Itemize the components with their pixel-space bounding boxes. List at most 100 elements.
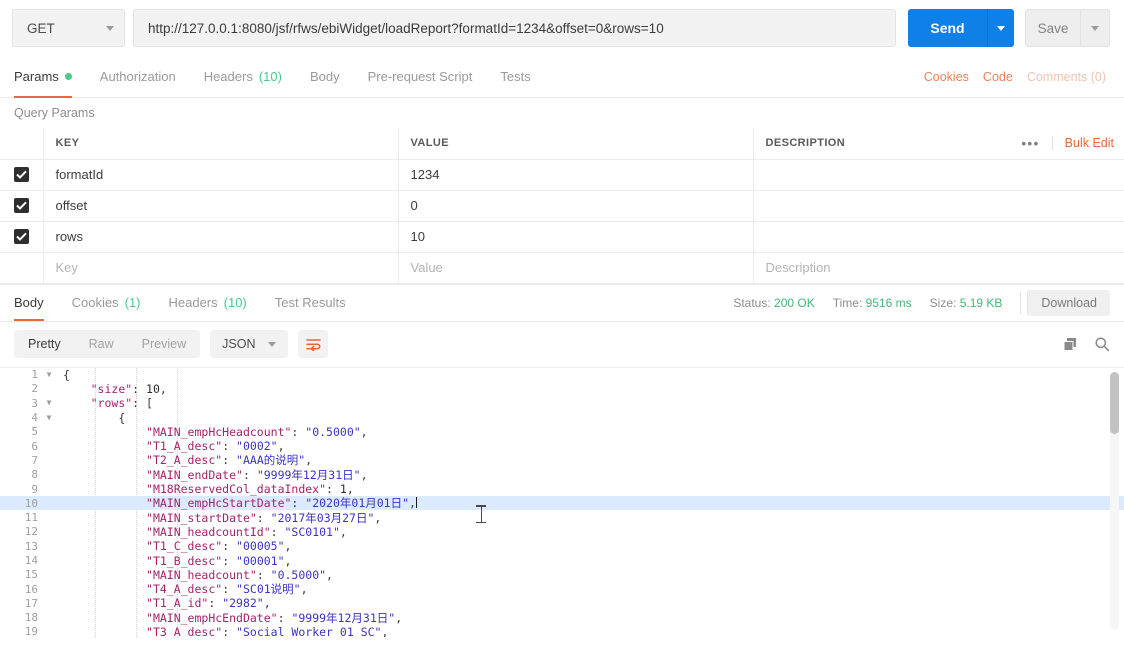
new-value-input[interactable]: Value xyxy=(397,251,754,284)
bulk-edit-link[interactable]: Bulk Edit xyxy=(1051,136,1114,151)
search-icon[interactable] xyxy=(1094,336,1110,352)
tab-params[interactable]: Params xyxy=(0,56,86,98)
row-key[interactable]: formatId xyxy=(42,158,399,191)
tab-response-headers-label: Headers xyxy=(168,295,218,310)
line-number: 15 xyxy=(24,568,38,582)
row-description[interactable] xyxy=(752,158,1124,191)
code-line-text: "MAIN_startDate": "2017年03月27日", xyxy=(146,510,382,525)
row-checkbox[interactable] xyxy=(14,198,29,213)
view-pretty-button[interactable]: Pretty xyxy=(14,330,75,358)
code-line[interactable]: 6 "T1_A_desc": "0002", xyxy=(0,439,1124,453)
cookies-link[interactable]: Cookies xyxy=(924,70,969,84)
fold-toggle-icon[interactable]: ▼ xyxy=(42,411,56,425)
code-line[interactable]: 17 "T1_A_id": "2982", xyxy=(0,596,1124,610)
view-preview-button[interactable]: Preview xyxy=(128,330,200,358)
time-label: Time: xyxy=(832,295,863,310)
new-key-input[interactable]: Key xyxy=(42,251,399,284)
new-description-input[interactable]: Description xyxy=(752,251,1124,284)
code-line[interactable]: 4 ▼ { xyxy=(0,410,1124,425)
code-line-text: "size": 10, xyxy=(90,381,167,396)
code-line[interactable]: 1 ▼ { xyxy=(0,368,1124,382)
code-line[interactable]: 10 "MAIN_empHcStartDate": "2020年01月01日", xyxy=(0,496,1124,511)
code-line-text: "T1_B_desc": "00001", xyxy=(146,553,292,568)
tab-tests[interactable]: Tests xyxy=(486,56,544,98)
view-raw-button[interactable]: Raw xyxy=(75,330,128,358)
code-line[interactable]: 18 "MAIN_empHcEndDate": "9999年12月31日", xyxy=(0,611,1124,625)
code-line[interactable]: 16 "T4_A_desc": "SC01说明", xyxy=(0,582,1124,596)
code-link[interactable]: Code xyxy=(983,70,1013,84)
code-line[interactable]: 13 "T1_C_desc": "00005", xyxy=(0,539,1124,553)
json-code-lines: 1 ▼ {2 "size": 10, 3 ▼ "rows": [4 ▼ {5 "MAIN… xyxy=(0,368,1124,637)
time-value: 9516 ms xyxy=(865,295,912,310)
query-params-table: KEY VALUE DESCRIPTION ••• Bulk Edit form… xyxy=(0,128,1124,284)
size-value: 5.19 KB xyxy=(959,295,1003,310)
tab-response-headers-count: (10) xyxy=(223,295,247,310)
fold-toggle-icon[interactable]: ▼ xyxy=(42,368,56,382)
response-body-toolbar: Pretty Raw Preview JSON xyxy=(0,322,1124,367)
code-line-text: "MAIN_headcountId": "SC0101", xyxy=(146,524,347,539)
tab-headers[interactable]: Headers (10) xyxy=(190,56,296,98)
download-button[interactable]: Download xyxy=(1027,289,1110,316)
line-number: 12 xyxy=(24,525,38,539)
row-key[interactable]: offset xyxy=(42,189,399,222)
status-value: 200 OK xyxy=(774,295,815,310)
tab-body-label: Body xyxy=(309,69,340,84)
code-line[interactable]: 19 "T3_A_desc": "Social Worker 01 SC", xyxy=(0,625,1124,637)
fold-toggle-icon[interactable]: ▼ xyxy=(42,396,56,410)
code-line-text: "rows": [ xyxy=(90,396,153,411)
code-line-text: "MAIN_headcount": "0.5000", xyxy=(146,567,333,582)
tab-pre-request-script[interactable]: Pre-request Script xyxy=(354,56,487,98)
tab-response-body-label: Body xyxy=(14,295,44,310)
size-badge: Size: 5.19 KB xyxy=(930,296,1021,310)
header-description-cell: DESCRIPTION ••• Bulk Edit xyxy=(752,128,1124,160)
code-line[interactable]: 3 ▼ "rows": [ xyxy=(0,396,1124,410)
tab-response-cookies[interactable]: Cookies (1) xyxy=(58,284,155,321)
send-button[interactable]: Send xyxy=(908,9,987,47)
request-tabs-right-links: Cookies Code Comments (0) xyxy=(924,70,1110,84)
tab-authorization[interactable]: Authorization xyxy=(86,56,190,98)
line-number: 16 xyxy=(24,582,38,596)
tab-response-body[interactable]: Body xyxy=(0,284,58,321)
row-value[interactable]: 1234 xyxy=(397,158,754,191)
format-select[interactable]: JSON xyxy=(210,330,289,358)
response-meta: Status: 200 OK Time: 9516 ms Size: 5.19 … xyxy=(733,289,1110,316)
save-options-button[interactable] xyxy=(1080,9,1110,47)
code-line[interactable]: 15 "MAIN_headcount": "0.5000", xyxy=(0,568,1124,582)
row-value[interactable]: 10 xyxy=(397,220,754,253)
row-checkbox[interactable] xyxy=(14,167,29,182)
vertical-scrollbar[interactable] xyxy=(1110,371,1119,630)
code-line[interactable]: 11 "MAIN_startDate": "2017年03月27日", xyxy=(0,510,1124,525)
code-line[interactable]: 12 "MAIN_headcountId": "SC0101", xyxy=(0,525,1124,539)
code-line[interactable]: 7 "T2_A_desc": "AAA的说明", xyxy=(0,453,1124,467)
code-line[interactable]: 9 "M18ReservedCol_dataIndex": 1, xyxy=(0,482,1124,496)
copy-icon[interactable] xyxy=(1063,337,1078,352)
save-button[interactable]: Save xyxy=(1025,9,1080,47)
line-number: 6 xyxy=(31,439,38,453)
code-line[interactable]: 14 "T1_B_desc": "00001", xyxy=(0,553,1124,568)
tab-body[interactable]: Body xyxy=(296,56,354,98)
tab-test-results[interactable]: Test Results xyxy=(261,284,360,321)
chevron-down-icon xyxy=(997,25,1005,31)
word-wrap-button[interactable] xyxy=(298,330,329,358)
row-description[interactable] xyxy=(752,189,1124,222)
line-number: 9 xyxy=(31,482,38,496)
http-method-select[interactable]: GET xyxy=(12,9,125,47)
row-checkbox[interactable] xyxy=(14,229,29,244)
send-options-button[interactable] xyxy=(987,9,1014,47)
response-body-viewer[interactable]: 1 ▼ {2 "size": 10, 3 ▼ "rows": [4 ▼ {5 "MAIN… xyxy=(0,366,1124,637)
code-line-text: "MAIN_empHcHeadcount": "0.5000", xyxy=(146,424,368,439)
time-badge: Time: 9516 ms xyxy=(833,296,930,310)
more-options-icon[interactable]: ••• xyxy=(1010,137,1052,150)
code-line[interactable]: 8 "MAIN_endDate": "9999年12月31日", xyxy=(0,468,1124,482)
comments-link[interactable]: Comments (0) xyxy=(1027,70,1106,84)
tab-response-headers[interactable]: Headers (10) xyxy=(155,284,261,321)
row-key[interactable]: rows xyxy=(42,220,399,253)
query-params-section-label: Query Params xyxy=(14,106,95,120)
row-description[interactable] xyxy=(752,220,1124,253)
row-value[interactable]: 0 xyxy=(397,189,754,222)
url-input[interactable] xyxy=(133,9,896,47)
scrollbar-thumb[interactable] xyxy=(1110,371,1119,434)
code-line[interactable]: 5 "MAIN_empHcHeadcount": "0.5000", xyxy=(0,425,1124,439)
http-method-label: GET xyxy=(27,20,55,36)
code-line[interactable]: 2 "size": 10, xyxy=(0,382,1124,396)
